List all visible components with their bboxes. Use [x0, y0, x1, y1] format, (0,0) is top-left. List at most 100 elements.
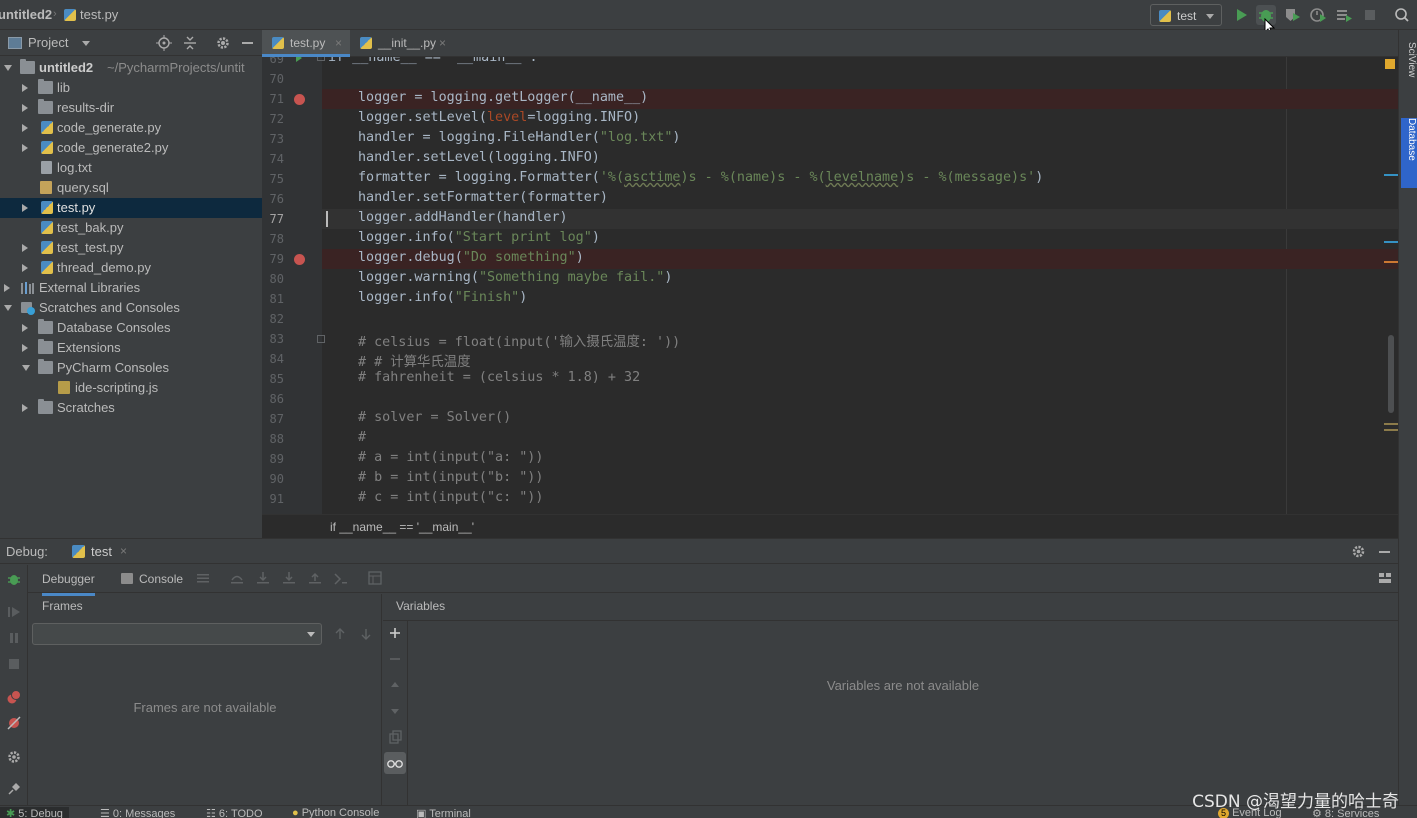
step-over-icon[interactable] [256, 571, 270, 585]
show-execution-point-icon[interactable] [230, 571, 244, 585]
tab-debug[interactable]: ✱ 5: Debug [0, 807, 69, 818]
tree-item-root[interactable]: untitled2 ~/PycharmProjects/untit [0, 58, 262, 78]
tab-label: 5: Debug [18, 808, 63, 818]
stop-button[interactable] [1360, 5, 1380, 25]
code-editor[interactable]: 69 if __name__ == '__main__': 70 71 72 7… [262, 57, 1398, 514]
tree-item-pycharm-consoles[interactable]: PyCharm Consoles [0, 358, 262, 378]
tree-item-scratches-and-consoles[interactable]: Scratches and Consoles [0, 298, 262, 318]
tree-item-scratches[interactable]: Scratches [0, 398, 262, 418]
search-everywhere-button[interactable] [1392, 5, 1412, 25]
minimize-icon[interactable] [1379, 551, 1390, 553]
close-icon[interactable]: × [335, 36, 342, 50]
debug-session-tab[interactable]: test [91, 544, 112, 559]
evaluate-expression-icon[interactable] [368, 571, 382, 585]
tree-item-query-sql[interactable]: query.sql [0, 178, 262, 198]
arrow-up-icon[interactable] [334, 627, 346, 641]
tree-item-ide-scripting[interactable]: ide-scripting.js [0, 378, 262, 398]
gear-icon[interactable] [6, 749, 22, 765]
inspection-status-icon[interactable] [1385, 59, 1395, 69]
fold-icon[interactable] [317, 57, 325, 61]
tree-item-extensions[interactable]: Extensions [0, 338, 262, 358]
pin-icon[interactable] [6, 781, 22, 797]
code-line: # # 计算华氏温度 [358, 355, 471, 370]
step-into-icon[interactable] [282, 571, 296, 585]
tree-item-code-generate[interactable]: code_generate.py [0, 118, 262, 138]
tab-sciview[interactable]: SciView [1401, 42, 1417, 102]
stop-icon[interactable] [9, 659, 19, 669]
chevron-right-icon [22, 244, 28, 252]
tab-messages[interactable]: ☰ 0: Messages [100, 807, 175, 818]
tab-python-console[interactable]: ● Python Console [292, 807, 379, 818]
locate-file-icon[interactable] [156, 35, 172, 51]
tab-debugger[interactable]: Debugger [42, 572, 95, 596]
gear-icon[interactable] [1351, 544, 1366, 559]
collapse-all-icon[interactable] [182, 35, 198, 51]
breadcrumb-scope[interactable]: if __name__ == '__main__' [330, 520, 474, 534]
tab-database[interactable]: Database [1401, 118, 1417, 188]
chevron-down-icon[interactable] [82, 41, 90, 46]
coverage-icon [1286, 9, 1300, 21]
messages-icon: ☰ [100, 808, 113, 818]
breadcrumb-project[interactable]: untitled2 [0, 7, 52, 22]
view-breakpoints-icon[interactable] [6, 689, 22, 705]
vertical-scrollbar[interactable] [1388, 335, 1394, 413]
run-button[interactable] [1232, 5, 1252, 25]
run-configuration-select[interactable]: test [1150, 4, 1222, 26]
run-to-cursor-icon[interactable] [334, 571, 348, 585]
tab-console[interactable]: Console [139, 572, 183, 586]
step-out-icon[interactable] [308, 571, 322, 585]
menu-lines-icon[interactable] [196, 571, 210, 585]
tree-item-code-generate2[interactable]: code_generate2.py [0, 138, 262, 158]
tree-item-test-test[interactable]: test_test.py [0, 238, 262, 258]
layout-icon[interactable] [1378, 571, 1392, 585]
tree-item-lib[interactable]: lib [0, 78, 262, 98]
breakpoint-icon[interactable] [294, 94, 305, 105]
tree-item-results-dir[interactable]: results-dir [0, 98, 262, 118]
play-icon [1237, 9, 1247, 21]
folder-icon [38, 339, 53, 354]
tree-item-database-consoles[interactable]: Database Consoles [0, 318, 262, 338]
resume-icon[interactable] [7, 605, 21, 619]
concurrency-icon [1337, 10, 1352, 22]
line-number: 72 [269, 112, 284, 126]
text-caret [326, 211, 328, 227]
python-file-icon [41, 121, 53, 134]
breakpoint-icon[interactable] [294, 254, 305, 265]
tree-item-label: Scratches [57, 400, 115, 415]
terminal-icon: ▣ [416, 808, 430, 818]
caret-up-icon[interactable] [388, 678, 402, 692]
arrow-down-icon[interactable] [360, 627, 372, 641]
tree-item-test-bak[interactable]: test_bak.py [0, 218, 262, 238]
bug-icon: ✱ [6, 808, 19, 818]
chevron-right-icon [22, 264, 28, 272]
sql-file-icon [40, 181, 52, 194]
tree-item-thread-demo[interactable]: thread_demo.py [0, 258, 262, 278]
plus-icon[interactable] [388, 626, 402, 640]
mute-breakpoints-icon[interactable] [6, 715, 22, 731]
tree-item-external-libraries[interactable]: External Libraries [0, 278, 262, 298]
thread-select[interactable] [32, 623, 322, 645]
pause-icon[interactable] [7, 631, 21, 645]
run-with-coverage-button[interactable] [1282, 5, 1302, 25]
run-gutter-icon[interactable] [296, 57, 302, 62]
breadcrumb-file[interactable]: test.py [80, 7, 118, 22]
copy-icon[interactable] [388, 730, 402, 744]
tree-item-test-py[interactable]: test.py [0, 198, 262, 218]
tree-item-label: test.py [57, 200, 96, 215]
close-icon[interactable]: × [439, 36, 446, 50]
tab-terminal[interactable]: ▣ Terminal [416, 807, 471, 818]
profiler-icon [1310, 8, 1326, 22]
project-view-title[interactable]: Project [28, 35, 68, 50]
show-watches-button[interactable] [384, 752, 406, 774]
gear-icon[interactable] [215, 35, 231, 51]
tab-test-py[interactable]: test.py × [262, 30, 350, 57]
close-icon[interactable]: × [120, 544, 127, 558]
tab-todo[interactable]: ☷ 6: TODO [206, 807, 263, 818]
caret-down-icon[interactable] [388, 704, 402, 718]
concurrency-diagram-button[interactable] [1334, 5, 1354, 25]
tab-init-py[interactable]: __init__.py × [350, 30, 454, 57]
profile-button[interactable] [1308, 5, 1328, 25]
minimize-icon[interactable] [242, 42, 253, 44]
tree-item-log-txt[interactable]: log.txt [0, 158, 262, 178]
minus-icon[interactable] [388, 652, 402, 666]
